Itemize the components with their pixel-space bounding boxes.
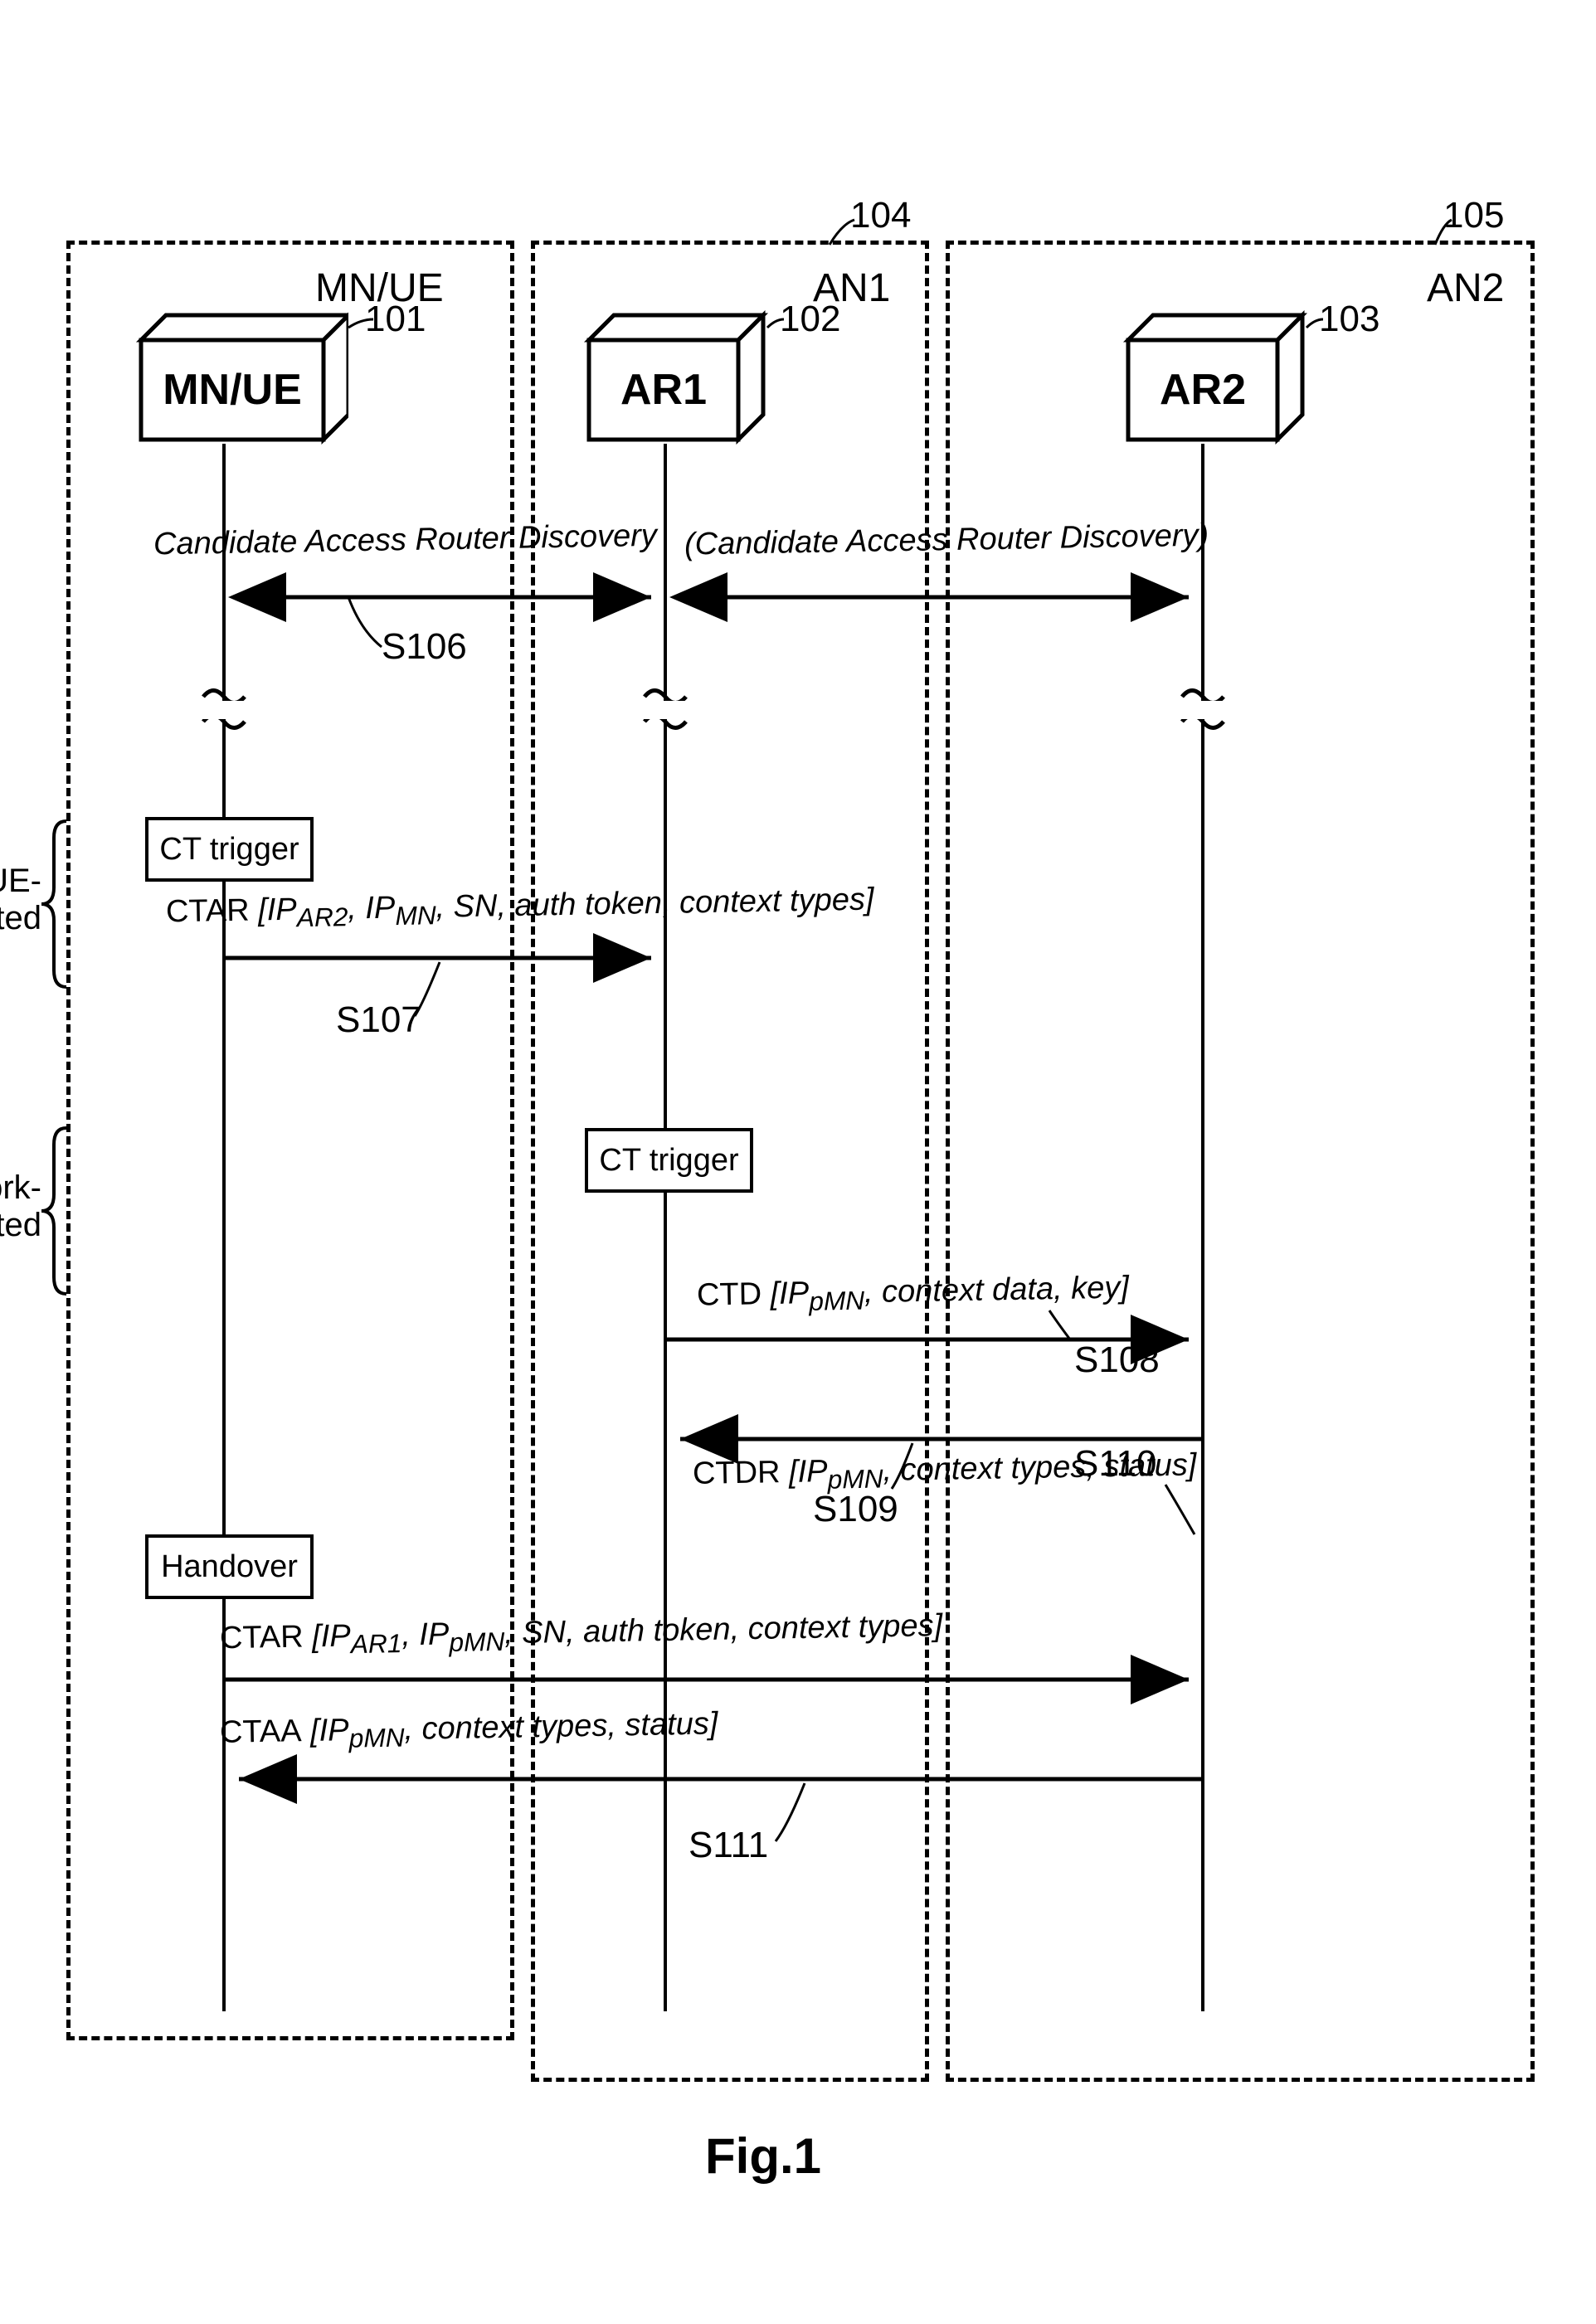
side-nw-init: Network- initiated bbox=[0, 1169, 41, 1244]
braces bbox=[33, 33, 1560, 2289]
sequence-diagram: MN/UE AN1 104 AN2 105 MN/UE 101 AR1 102 … bbox=[33, 33, 1560, 2289]
figure-label: Fig.1 bbox=[705, 2127, 821, 2185]
side-ue-init: UE- initiated bbox=[0, 863, 41, 937]
